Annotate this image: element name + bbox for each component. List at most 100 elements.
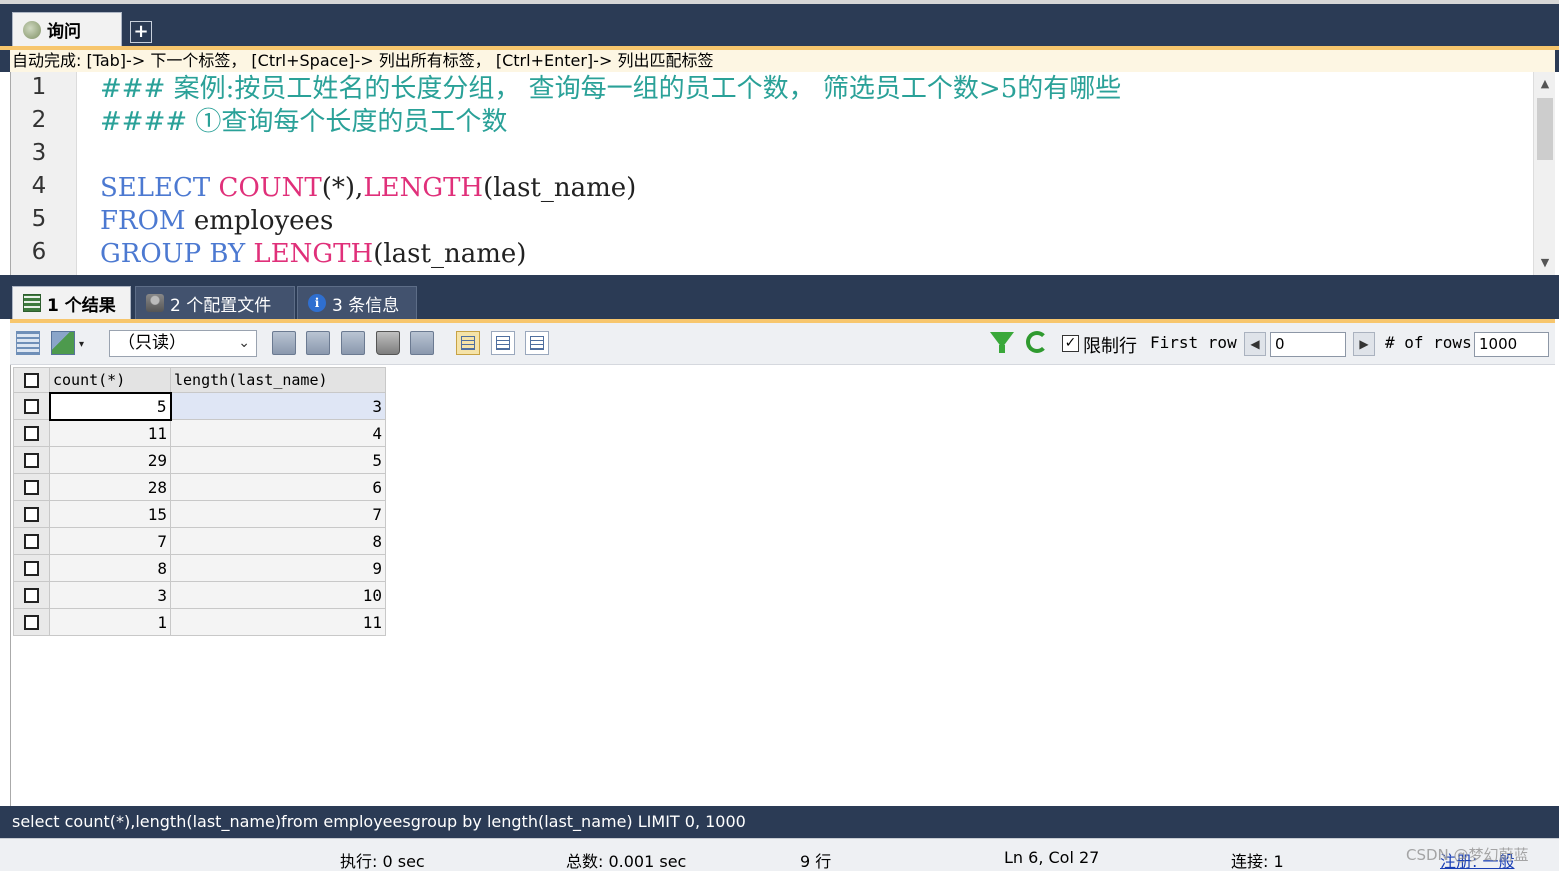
table-row[interactable]: 15 7 xyxy=(13,500,386,528)
table-cell[interactable]: 11 xyxy=(170,608,386,636)
table-cell[interactable]: 6 xyxy=(170,473,386,501)
sql-editor[interactable]: 1 2 3 4 5 6 ### 案例:按员工姓名的长度分组， 查询每一组的员工个数， 筛选… xyxy=(10,72,1555,275)
results-panel: count(*) length(last_name) 5 3 11 4 29 5 28 6 15… xyxy=(10,365,1555,806)
insert-row-icon[interactable] xyxy=(272,331,296,355)
table-cell[interactable]: 15 xyxy=(49,500,171,528)
scroll-up-icon[interactable]: ▲ xyxy=(1534,74,1556,94)
row-checkbox[interactable] xyxy=(13,581,50,609)
grid-view-icon[interactable] xyxy=(456,331,480,355)
line-number: 3 xyxy=(31,140,47,166)
editor-scrollbar[interactable]: ▲ ▼ xyxy=(1533,72,1555,275)
row-checkbox[interactable] xyxy=(13,446,50,474)
limit-rows-label: 限制行 xyxy=(1083,336,1137,357)
code-token: (*), xyxy=(321,173,364,203)
table-row[interactable]: 11 4 xyxy=(13,419,386,447)
column-header[interactable]: count(*) xyxy=(49,367,171,393)
table-cell[interactable]: 29 xyxy=(49,446,171,474)
table-row[interactable]: 3 10 xyxy=(13,581,386,609)
code-line[interactable]: #### ①查询每个长度的员工个数 xyxy=(100,107,507,137)
table-row[interactable]: 29 5 xyxy=(13,446,386,474)
table-cell[interactable]: 3 xyxy=(49,581,171,609)
result-grid-icon xyxy=(23,294,41,312)
text-view-icon[interactable] xyxy=(525,331,549,355)
code-line[interactable]: GROUP BY LENGTH(last_name) xyxy=(100,239,526,269)
code-token: (last_name) xyxy=(373,239,527,269)
select-all-checkbox[interactable] xyxy=(13,367,50,393)
row-checkbox[interactable] xyxy=(13,419,50,447)
table-cell[interactable]: 5 xyxy=(170,446,386,474)
table-cell[interactable]: 5 xyxy=(48,391,172,421)
table-cell[interactable]: 4 xyxy=(170,419,386,447)
line-number: 4 xyxy=(31,173,47,199)
table-cell[interactable]: 28 xyxy=(49,473,171,501)
line-number: 2 xyxy=(31,107,47,133)
table-cell[interactable]: 8 xyxy=(170,527,386,555)
first-row-input[interactable]: 0 xyxy=(1270,332,1346,357)
readonly-select-value: （只读） xyxy=(118,333,186,353)
row-checkbox[interactable] xyxy=(13,527,50,555)
code-token: SELECT xyxy=(100,173,219,203)
code-line[interactable]: SELECT COUNT(*),LENGTH(last_name) xyxy=(100,173,636,203)
limit-rows-checkbox[interactable]: ✓ xyxy=(1062,335,1079,352)
table-cell[interactable]: 1 xyxy=(49,608,171,636)
export-icon[interactable] xyxy=(51,331,75,355)
add-tab-button[interactable]: + xyxy=(130,21,152,43)
refresh-icon[interactable] xyxy=(1026,331,1048,353)
code-token: (last_name) xyxy=(483,173,637,203)
row-checkbox[interactable] xyxy=(13,608,50,636)
table-cell[interactable]: 9 xyxy=(170,554,386,582)
table-row[interactable]: 53 xyxy=(13,391,386,421)
profile-icon xyxy=(146,294,164,312)
table-row[interactable]: 28 6 xyxy=(13,473,386,501)
next-page-button[interactable]: ▶ xyxy=(1353,332,1375,356)
readonly-select[interactable]: （只读） ⌄ xyxy=(109,330,257,357)
watermark: CSDN @梦幻蔚蓝 xyxy=(1406,846,1529,864)
save-icon[interactable] xyxy=(341,331,365,355)
table-row[interactable]: 1 11 xyxy=(13,608,386,636)
code-line[interactable]: FROM employees xyxy=(100,206,333,236)
result-mode-grid-icon[interactable] xyxy=(16,331,40,355)
line-number: 1 xyxy=(31,74,47,100)
row-checkbox[interactable] xyxy=(13,392,50,420)
duplicate-row-icon[interactable] xyxy=(306,331,330,355)
scroll-down-icon[interactable]: ▼ xyxy=(1534,253,1556,273)
code-token: GROUP BY xyxy=(100,239,254,269)
row-checkbox[interactable] xyxy=(13,500,50,528)
cursor-position: Ln 6, Col 27 xyxy=(1004,848,1100,867)
rows-count-label: # of rows xyxy=(1385,333,1472,352)
code-token: ### 案例:按员工姓名的长度分组， 查询每一组的员工个数， 筛选员工个数>5的… xyxy=(100,74,1122,104)
line-number: 5 xyxy=(31,206,47,232)
prev-page-button[interactable]: ◀ xyxy=(1244,332,1266,356)
table-cell[interactable]: 7 xyxy=(170,500,386,528)
export-dropdown-icon[interactable]: ▾ xyxy=(79,339,84,350)
table-row[interactable]: 89 xyxy=(13,554,386,582)
delete-icon[interactable] xyxy=(376,331,400,355)
table-header-row: count(*) length(last_name) xyxy=(13,367,386,393)
table-cell[interactable]: 10 xyxy=(170,581,386,609)
table-cell[interactable]: 11 xyxy=(49,419,171,447)
code-token: COUNT xyxy=(218,173,322,203)
table-row[interactable]: 78 xyxy=(13,527,386,555)
autocomplete-hint: 自动完成: [Tab]-> 下一个标签， [Ctrl+Space]-> 列出所有… xyxy=(0,50,1559,72)
table-cell[interactable]: 7 xyxy=(49,527,171,555)
table-cell[interactable]: 3 xyxy=(170,392,386,420)
discard-changes-icon[interactable] xyxy=(410,331,434,355)
column-header[interactable]: length(last_name) xyxy=(170,367,386,393)
form-view-icon[interactable] xyxy=(491,331,515,355)
code-token: LENGTH xyxy=(253,239,374,269)
rows-count-input[interactable]: 1000 xyxy=(1474,332,1549,357)
row-checkbox[interactable] xyxy=(13,554,50,582)
tab-profiles[interactable]: 2 个配置文件 xyxy=(135,286,295,319)
line-number-gutter: 1 2 3 4 5 6 xyxy=(11,72,77,275)
result-tab-bar: 1 个结果 2 个配置文件 i 3 条信息 xyxy=(0,275,1559,319)
tab-messages[interactable]: i 3 条信息 xyxy=(297,286,417,319)
code-line[interactable]: ### 案例:按员工姓名的长度分组， 查询每一组的员工个数， 筛选员工个数>5的… xyxy=(100,74,1121,104)
table-cell[interactable]: 8 xyxy=(49,554,171,582)
tab-profiles-label: 2 个配置文件 xyxy=(170,295,272,316)
row-checkbox[interactable] xyxy=(13,473,50,501)
tab-results[interactable]: 1 个结果 xyxy=(12,286,131,319)
code-token: employees xyxy=(193,206,334,236)
results-table: count(*) length(last_name) 5 3 11 4 29 5 28 6 15… xyxy=(13,367,386,636)
scroll-thumb[interactable] xyxy=(1537,98,1553,160)
query-tab[interactable]: 询问 xyxy=(12,12,122,46)
